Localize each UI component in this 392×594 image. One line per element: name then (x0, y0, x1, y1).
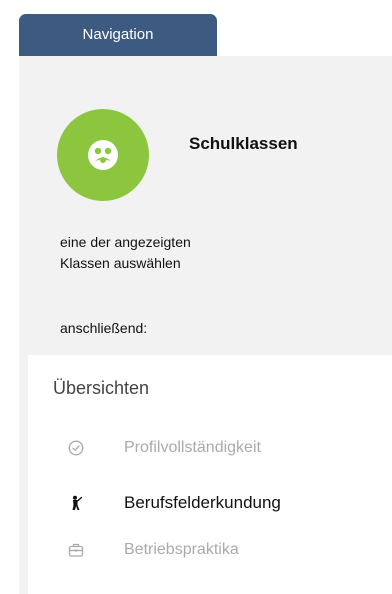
menu-item-profilvollstaendigkeit[interactable]: Profilvollständigkeit (68, 439, 261, 457)
tab-navigation[interactable]: Navigation (19, 14, 217, 56)
worker-icon (68, 495, 84, 511)
navigation-panel: Schulklassen eine der angezeigten Klasse… (19, 56, 392, 594)
page-title: Schulklassen (189, 134, 298, 153)
class-group-avatar (57, 109, 149, 201)
menu-item-label: Berufsfelderkundung (124, 493, 281, 512)
tab-navigation-label: Navigation (82, 25, 154, 43)
menu-item-label: Betriebspraktika (124, 541, 239, 558)
menu-item-label: Profilvollständigkeit (124, 439, 261, 456)
menu-item-berufsfelderkundung[interactable]: Berufsfelderkundung (68, 493, 281, 513)
instruction-line-1: eine der angezeigten (60, 234, 191, 250)
menu-item-betriebspraktika[interactable]: Betriebspraktika (68, 541, 239, 559)
group-icon (88, 140, 118, 170)
briefcase-icon (68, 542, 84, 558)
instruction-then: anschließend: (60, 320, 148, 336)
menu-title: Übersichten (53, 378, 150, 398)
check-circle-icon (68, 440, 84, 456)
instruction-text: eine der angezeigten Klassen auswählen (60, 232, 191, 274)
instruction-line-2: Klassen auswählen (60, 255, 181, 271)
overview-menu: Übersichten Profilvollständigkeit Berufs… (28, 355, 392, 594)
